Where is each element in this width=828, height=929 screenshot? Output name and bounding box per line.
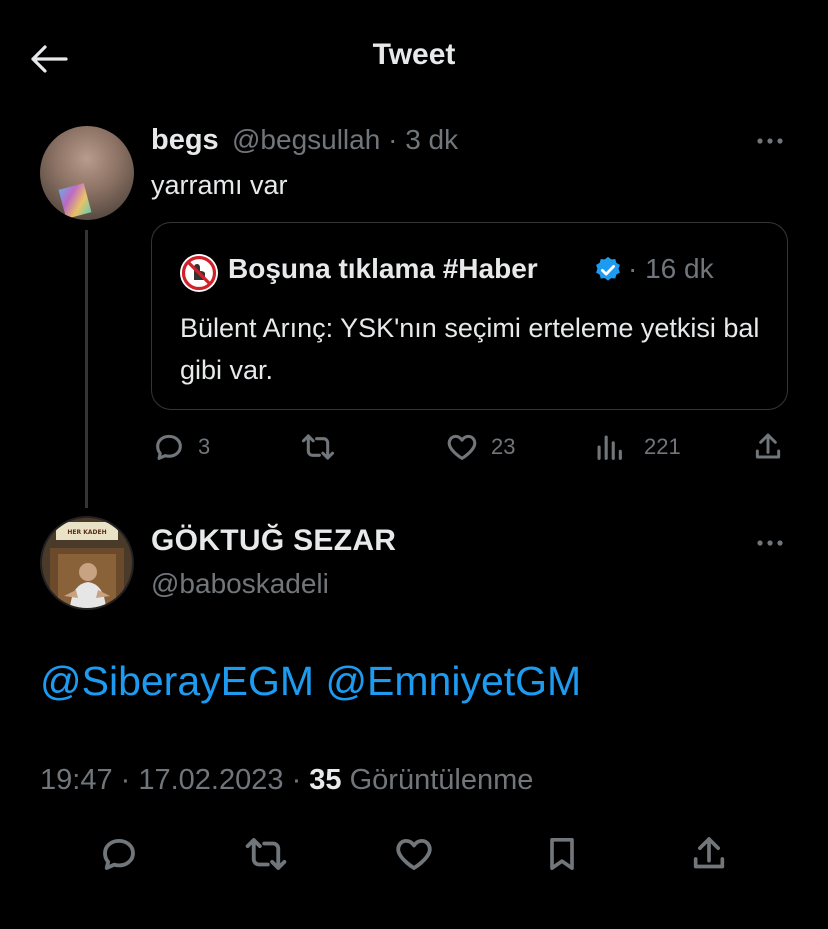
tweet-timestamp-row: 19:47 · 17.02.2023 · 35 Görüntülenme (40, 764, 534, 796)
reply-icon (156, 434, 182, 460)
tweet-time[interactable]: 3 dk (405, 124, 458, 155)
bookmark-button[interactable] (538, 830, 586, 878)
tweet-text: @SiberayEGM @EmniyetGM (40, 658, 581, 705)
author-meta: @begsullah · 3 dk (232, 124, 459, 155)
like-count: 23 (491, 434, 516, 459)
tweet-text: yarramı var (151, 170, 288, 200)
reply-button[interactable]: 3 (152, 430, 210, 464)
retweet-icon (301, 434, 335, 460)
analytics-icon (597, 435, 622, 460)
bookmark-icon (550, 838, 574, 870)
share-icon (693, 837, 725, 869)
like-button[interactable]: 23 (445, 430, 515, 464)
author-name[interactable]: GÖKTUĞ SEZAR (151, 524, 396, 558)
reply-icon (103, 838, 135, 870)
more-options-button[interactable] (750, 126, 790, 156)
more-icon (757, 138, 783, 144)
quoted-avatar (179, 253, 219, 293)
author-handle[interactable]: @begsullah (232, 124, 380, 155)
avatar-photo: HER KADEH (42, 518, 132, 608)
share-button[interactable] (752, 430, 784, 464)
view-count: 221 (644, 434, 681, 459)
mention-link[interactable]: @SiberayEGM (40, 658, 314, 704)
quoted-author-name: Boşuna tıklama #Haber (228, 253, 538, 284)
mention-link[interactable]: @EmniyetGM (325, 658, 581, 704)
quoted-tweet[interactable]: Boşuna tıklama #Haber · 16 dk Bülent Arı… (151, 222, 788, 410)
views-button[interactable]: 221 (594, 430, 681, 464)
retweet-button[interactable] (300, 430, 336, 464)
verified-icon (596, 256, 620, 281)
author-handle[interactable]: @baboskadeli (151, 568, 329, 600)
views-count: 35 (309, 764, 342, 796)
heart-icon (396, 838, 432, 870)
tweet-date[interactable]: 17.02.2023 (138, 764, 283, 796)
heart-icon (447, 434, 477, 460)
quoted-time: 16 dk (645, 253, 714, 284)
tweet-time[interactable]: 19:47 (40, 764, 113, 796)
reply-count: 3 (198, 434, 211, 459)
share-icon (755, 433, 781, 459)
thread-connector (85, 230, 88, 508)
like-button[interactable] (390, 830, 438, 878)
retweet-button[interactable] (242, 830, 290, 878)
quoted-text: Bülent Arınç: YSK'nın seçimi erteleme ye… (180, 313, 760, 385)
avatar[interactable] (40, 126, 134, 220)
verified-badge (593, 255, 623, 285)
reply-button[interactable] (95, 830, 143, 878)
avatar-sign: HER KADEH (67, 529, 106, 536)
quoted-time-meta: · 16 dk (628, 253, 714, 284)
views-label: Görüntülenme (349, 764, 534, 796)
more-options-button[interactable] (750, 528, 790, 558)
page-title: Tweet (372, 38, 456, 71)
author-name[interactable]: begs (151, 124, 219, 157)
more-icon (757, 540, 783, 546)
no-click-icon (180, 254, 218, 292)
retweet-icon (245, 838, 287, 870)
avatar[interactable]: HER KADEH (40, 516, 134, 610)
share-button[interactable] (685, 830, 733, 878)
